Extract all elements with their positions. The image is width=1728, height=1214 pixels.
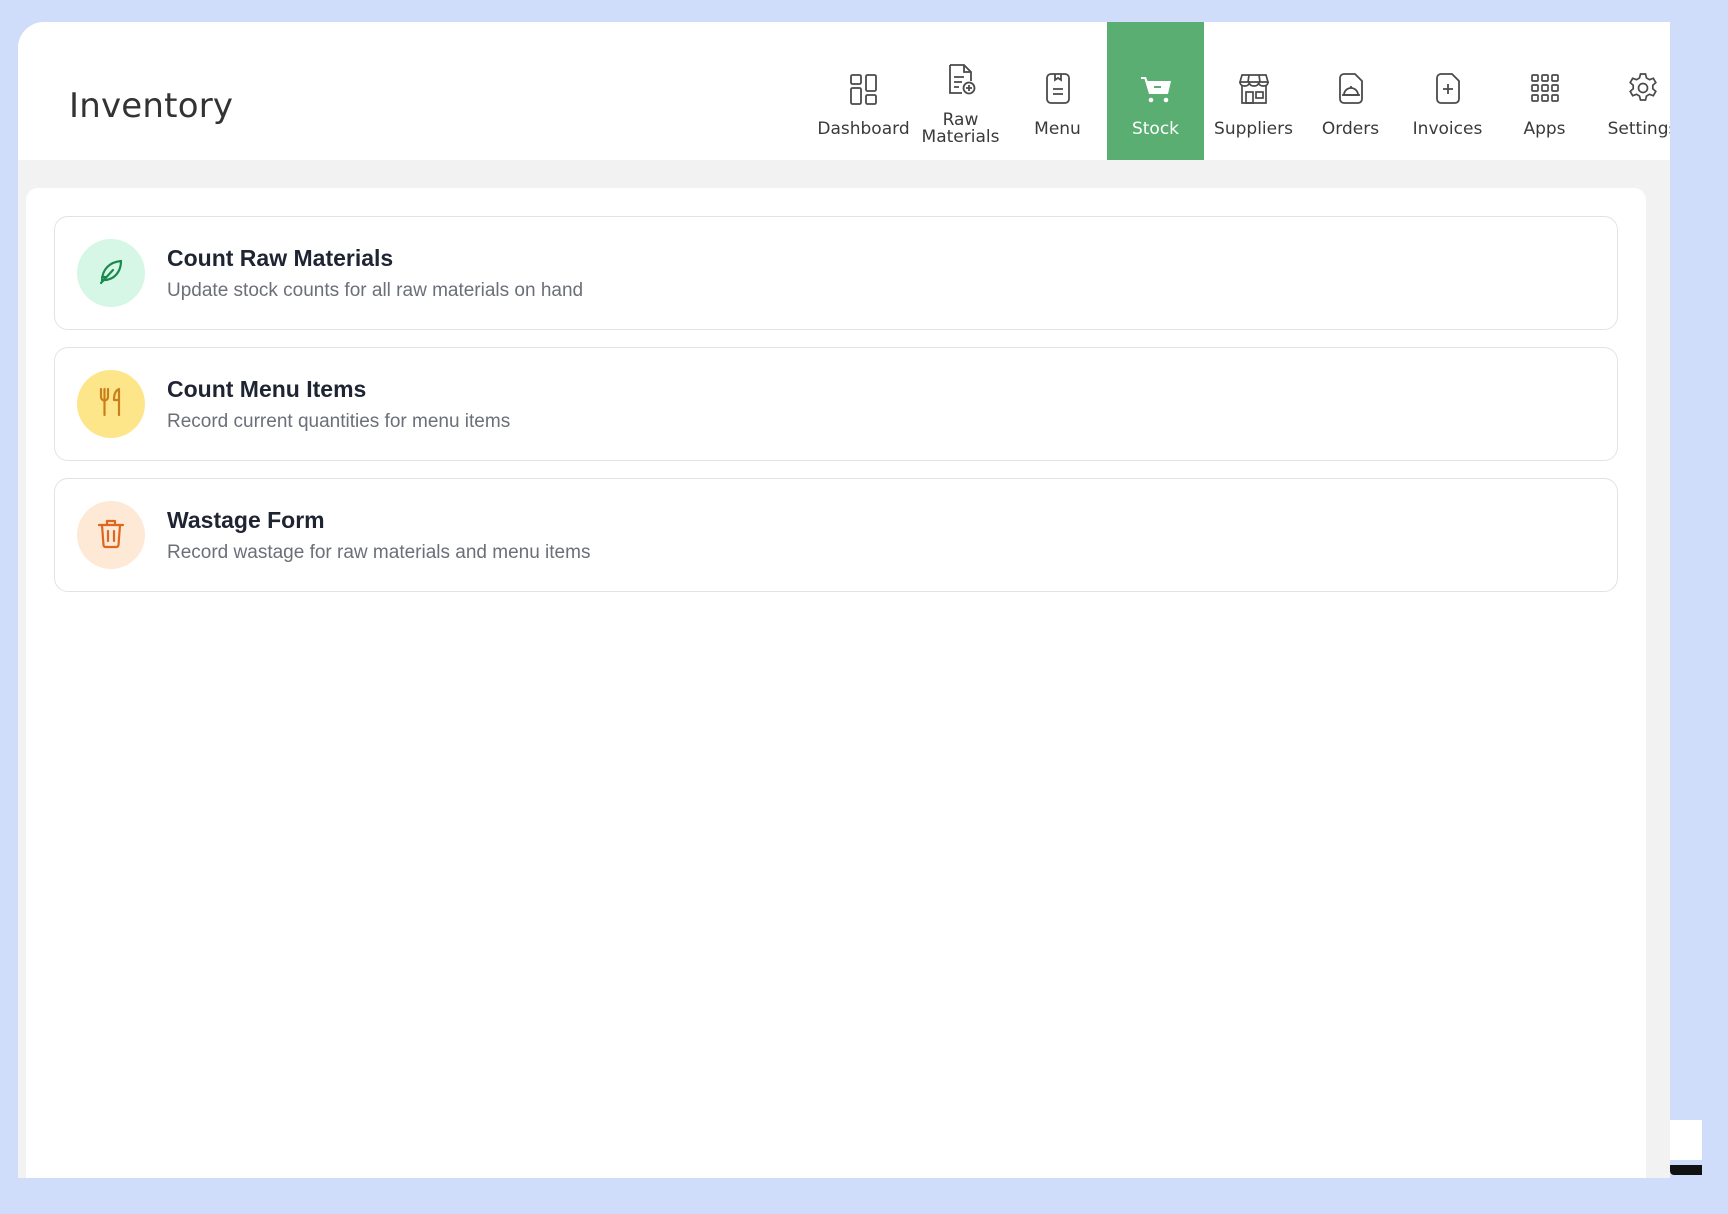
top-header: Inventory Dashboard Raw Materials Menu S… xyxy=(18,22,1670,160)
card-icon-badge xyxy=(77,370,145,438)
app-window: Inventory Dashboard Raw Materials Menu S… xyxy=(18,22,1670,1178)
count-menu-items-card[interactable]: Count Menu Items Record current quantiti… xyxy=(54,347,1618,461)
nav-label: Dashboard xyxy=(817,119,910,139)
card-title: Count Raw Materials xyxy=(167,245,394,271)
raw-materials-icon xyxy=(943,60,979,100)
nav-item-menu[interactable]: Menu xyxy=(1009,22,1106,160)
apps-grid-icon xyxy=(1527,68,1563,108)
nav-label: Orders xyxy=(1321,119,1380,139)
nav-label: Invoices xyxy=(1412,119,1483,139)
card-description: Record wastage for raw materials and men… xyxy=(167,542,591,563)
nav-label: Settings xyxy=(1607,119,1670,139)
nav-label: Menu xyxy=(1034,119,1081,139)
nav-item-orders[interactable]: Orders xyxy=(1302,22,1399,160)
nav-item-raw-materials[interactable]: Raw Materials xyxy=(912,22,1009,160)
nav-item-suppliers[interactable]: Suppliers xyxy=(1205,22,1302,160)
nav-label: Raw Materials xyxy=(912,112,1009,146)
main-nav: Dashboard Raw Materials Menu Stock Suppl… xyxy=(18,22,1670,160)
nav-item-invoices[interactable]: Invoices xyxy=(1399,22,1496,160)
nav-item-apps[interactable]: Apps xyxy=(1496,22,1593,160)
nav-item-dashboard[interactable]: Dashboard xyxy=(815,22,912,160)
store-icon xyxy=(1236,68,1272,108)
content-panel: Count Raw Materials Update stock counts … xyxy=(26,188,1646,1178)
nav-label: Suppliers xyxy=(1214,119,1293,139)
nav-item-settings[interactable]: Settings xyxy=(1594,22,1670,160)
utensils-icon xyxy=(94,385,128,424)
cart-icon xyxy=(1138,68,1174,108)
nav-label-line2: Materials xyxy=(921,127,1000,147)
leaf-icon xyxy=(94,254,128,293)
card-description: Update stock counts for all raw material… xyxy=(167,280,584,301)
card-title: Wastage Form xyxy=(167,507,325,533)
menu-icon xyxy=(1040,68,1076,108)
dashboard-icon xyxy=(846,68,882,108)
count-raw-materials-card[interactable]: Count Raw Materials Update stock counts … xyxy=(54,216,1618,330)
card-description: Record current quantities for menu items xyxy=(167,411,511,432)
invoice-icon xyxy=(1430,68,1466,108)
orders-icon xyxy=(1333,68,1369,108)
nav-item-stock[interactable]: Stock xyxy=(1107,22,1204,160)
nav-label: Apps xyxy=(1523,119,1566,139)
corner-bar xyxy=(1670,1165,1702,1175)
gear-icon xyxy=(1625,68,1661,108)
wastage-form-card[interactable]: Wastage Form Record wastage for raw mate… xyxy=(54,478,1618,592)
card-icon-badge xyxy=(77,239,145,307)
card-title: Count Menu Items xyxy=(167,376,367,402)
corner-panel xyxy=(1670,1120,1702,1160)
window-corner-widget xyxy=(1670,1097,1702,1177)
nav-label: Stock xyxy=(1131,119,1180,139)
card-icon-badge xyxy=(77,501,145,569)
trash-icon xyxy=(94,516,128,555)
